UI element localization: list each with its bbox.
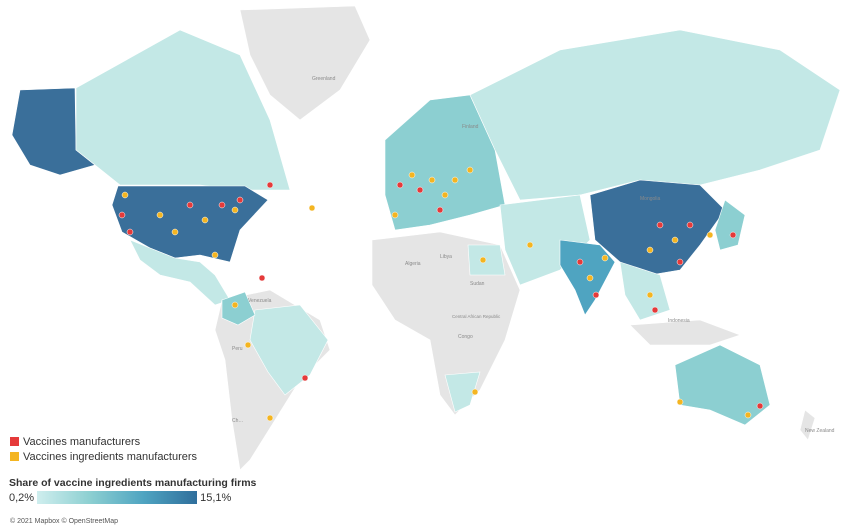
label-peru: Peru [232, 346, 243, 352]
ingredients-marker[interactable] [266, 414, 274, 422]
legend-item-vaccines[interactable]: Vaccines manufacturers [10, 434, 197, 449]
scale-min-label: 0,2% [9, 491, 35, 504]
ingredients-marker[interactable] [479, 256, 487, 264]
vaccines-swatch [10, 437, 19, 446]
vaccines-marker[interactable] [756, 402, 764, 410]
vaccines-marker[interactable] [416, 186, 424, 194]
vaccines-marker[interactable] [676, 258, 684, 266]
ingredients-marker[interactable] [231, 206, 239, 214]
ingredients-marker[interactable] [408, 171, 416, 179]
vaccines-marker[interactable] [576, 258, 584, 266]
label-sudan: Sudan [470, 281, 485, 287]
vaccines-marker[interactable] [236, 196, 244, 204]
ingredients-marker[interactable] [201, 216, 209, 224]
ingredients-marker[interactable] [441, 191, 449, 199]
vaccines-marker[interactable] [266, 181, 274, 189]
color-scale-bar [37, 491, 198, 504]
scale-max-label: 15,1% [200, 491, 232, 504]
ingredients-marker[interactable] [744, 411, 752, 419]
vaccines-marker[interactable] [436, 206, 444, 214]
ingredients-marker[interactable] [671, 236, 679, 244]
new-zealand [799, 409, 816, 441]
vaccines-marker[interactable] [656, 221, 664, 229]
legend-label-ingredients: Vaccines ingredients manufacturers [23, 450, 198, 463]
label-congo: Congo [458, 334, 473, 340]
vaccines-marker[interactable] [186, 201, 194, 209]
ingredients-marker[interactable] [676, 398, 684, 406]
ingredients-marker[interactable] [156, 211, 164, 219]
label-greenland: Greenland [312, 76, 336, 82]
label-ch: Ch… [232, 418, 243, 424]
vaccines-marker[interactable] [218, 201, 226, 209]
vaccines-marker[interactable] [686, 221, 694, 229]
vaccines-marker[interactable] [301, 374, 309, 382]
vaccines-marker[interactable] [729, 231, 737, 239]
legend-label-vaccines: Vaccines manufacturers [23, 435, 141, 448]
label-new-zealand: New Zealand [805, 428, 835, 434]
egypt [467, 244, 506, 276]
ingredients-marker[interactable] [706, 231, 714, 239]
ingredients-marker[interactable] [601, 254, 609, 262]
ingredients-marker[interactable] [526, 241, 534, 249]
ingredients-marker[interactable] [391, 211, 399, 219]
ingredients-marker[interactable] [471, 388, 479, 396]
label-algeria: Algeria [405, 261, 421, 267]
color-scale-legend: 0,2% 15,1% [9, 491, 231, 504]
label-finland: Finland [462, 124, 479, 130]
ingredients-marker[interactable] [428, 176, 436, 184]
ingredients-marker[interactable] [586, 274, 594, 282]
scale-legend-title: Share of vaccine ingredients manufacturi… [9, 477, 257, 489]
label-mongolia: Mongolia [640, 196, 661, 202]
australia [674, 344, 771, 426]
vaccines-marker[interactable] [592, 291, 600, 299]
ingredients-marker[interactable] [211, 251, 219, 259]
vaccines-marker[interactable] [126, 228, 134, 236]
legend-item-ingredients[interactable]: Vaccines ingredients manufacturers [10, 449, 197, 464]
vaccines-marker[interactable] [651, 306, 659, 314]
label-central-african-republic: Central African Republic [452, 314, 501, 319]
ingredients-marker[interactable] [121, 191, 129, 199]
category-legend: Vaccines manufacturers Vaccines ingredie… [10, 434, 197, 464]
label-indonesia: Indonesia [668, 318, 690, 324]
ingredients-marker[interactable] [171, 228, 179, 236]
label-libya: Libya [440, 254, 452, 260]
ingredients-marker[interactable] [451, 176, 459, 184]
vaccines-marker[interactable] [396, 181, 404, 189]
ingredients-marker[interactable] [308, 204, 316, 212]
ingredients-swatch [10, 452, 19, 461]
label-venezuela: Venezuela [248, 298, 272, 304]
russia [469, 29, 841, 201]
ingredients-marker[interactable] [646, 246, 654, 254]
ingredients-marker[interactable] [231, 301, 239, 309]
map-attribution[interactable]: © 2021 Mapbox © OpenStreetMap [10, 518, 118, 525]
vaccines-marker[interactable] [118, 211, 126, 219]
ingredients-marker[interactable] [244, 341, 252, 349]
ingredients-marker[interactable] [646, 291, 654, 299]
ingredients-marker[interactable] [466, 166, 474, 174]
vaccines-marker[interactable] [258, 274, 266, 282]
